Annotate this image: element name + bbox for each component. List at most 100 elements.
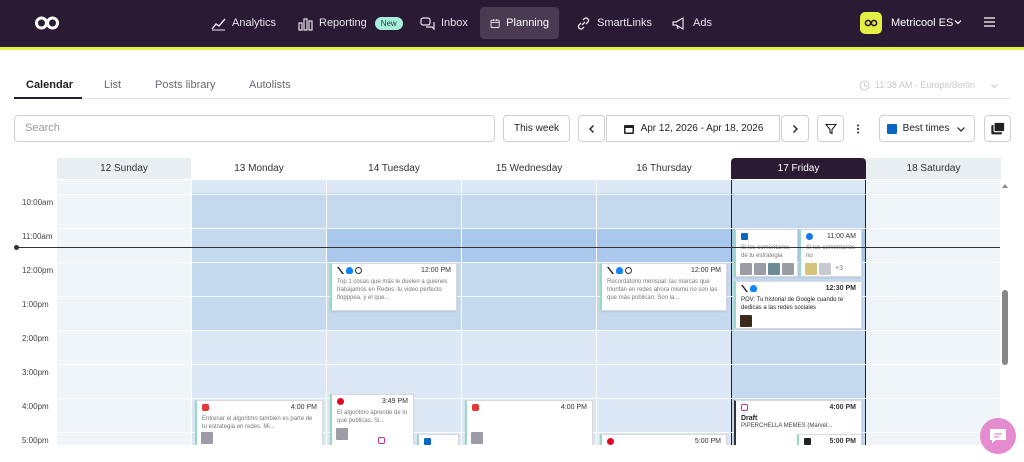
link-icon — [577, 16, 590, 30]
column-divider — [326, 180, 327, 445]
filter-button[interactable] — [817, 115, 844, 142]
this-week-button[interactable]: This week — [503, 115, 570, 142]
brand-avatar[interactable] — [860, 12, 882, 34]
media-thumbnail — [805, 263, 817, 275]
media-thumbnail — [782, 263, 794, 275]
nav-ads-label: Ads — [693, 17, 712, 29]
post-text: Top 1 cosas que más le duelen a quienes … — [337, 279, 448, 301]
more-media-count: +3 — [835, 265, 843, 272]
day-column-sunday[interactable] — [57, 180, 192, 445]
nav-ads[interactable]: Ads — [662, 7, 722, 39]
nav-inbox[interactable]: Inbox — [410, 7, 478, 39]
nav-planning[interactable]: Planning — [480, 7, 559, 39]
media-thumbnail — [740, 263, 752, 275]
bar-chart-icon — [298, 17, 313, 31]
best-times-dropdown[interactable]: Best times — [879, 115, 975, 142]
brand-name[interactable]: Metricool ES — [891, 17, 953, 29]
post-card[interactable] — [417, 434, 459, 445]
post-card[interactable]: 4:00 PM — [465, 400, 593, 445]
chat-icon — [990, 429, 1006, 443]
hour-line — [57, 194, 1000, 195]
media-thumbnail — [471, 432, 483, 444]
more-vertical-icon — [856, 124, 859, 133]
nav-analytics[interactable]: Analytics — [201, 7, 286, 39]
more-options-button[interactable] — [845, 115, 870, 142]
post-card[interactable]: 5:00 PM — [600, 434, 727, 445]
bluesky-icon — [346, 267, 353, 274]
column-divider — [191, 180, 192, 445]
hour-line — [57, 330, 1000, 331]
pinterest-icon — [337, 398, 344, 405]
time-label: 12:00pm — [22, 266, 54, 275]
post-card[interactable]: 3:49 PM El algoritmo aprende de lo que p… — [330, 394, 414, 445]
current-time-marker — [14, 245, 19, 250]
instagram-icon — [378, 437, 385, 444]
day-header-sunday: 12 Sunday — [57, 158, 191, 179]
nav-reporting[interactable]: Reporting New — [288, 7, 413, 39]
time-label: 1:00pm — [22, 300, 49, 309]
top-navigation-bar: Analytics Reporting New Inbox Planning S… — [0, 0, 1024, 47]
day-header-saturday: 18 Saturday — [866, 158, 1001, 179]
media-thumbnail — [819, 263, 831, 275]
calendar-icon — [623, 124, 634, 134]
hour-line — [57, 398, 1000, 399]
date-range-label: Apr 12, 2026 - Apr 18, 2026 — [640, 123, 764, 134]
post-time: 5:00 PM — [694, 438, 721, 445]
tab-posts-library[interactable]: Posts library — [155, 79, 216, 91]
post-card[interactable]: 4:00 PM Entrenar el algoritmo también es… — [195, 400, 323, 445]
next-week-button[interactable] — [781, 115, 809, 142]
media-gallery-button[interactable] — [984, 115, 1011, 142]
x-icon — [337, 267, 344, 274]
nav-inbox-label: Inbox — [441, 17, 468, 29]
time-label: 2:00pm — [22, 334, 49, 343]
bluesky-icon — [750, 285, 757, 292]
accent-line — [0, 47, 1024, 50]
tab-list[interactable]: List — [104, 79, 121, 91]
media-thumbnail — [336, 428, 348, 440]
scroll-up-arrow-icon[interactable] — [1002, 182, 1008, 190]
post-text: Recordatorio mensual: las marcas que tri… — [607, 279, 718, 301]
vertical-scrollbar-thumb[interactable] — [1002, 290, 1008, 365]
post-card[interactable]: 11:00 AM Si los comentarios no +3 — [799, 229, 862, 277]
previous-week-button[interactable] — [578, 115, 605, 142]
tab-calendar[interactable]: Calendar — [26, 79, 73, 91]
tab-autolists[interactable]: Autolists — [249, 79, 291, 91]
menu-icon[interactable] — [983, 16, 996, 28]
chevron-down-icon[interactable] — [953, 17, 963, 27]
best-times-label: Best times — [902, 123, 950, 134]
post-card[interactable]: 12:30 PM POV: Tu historial de Google cua… — [734, 281, 862, 329]
media-thumbnail — [754, 263, 766, 275]
post-card[interactable]: 12:00 PM Top 1 cosas que más le duelen a… — [330, 263, 457, 311]
day-header-tuesday: 14 Tuesday — [368, 163, 420, 174]
post-time: 11:00 AM — [826, 233, 856, 240]
current-time-line — [16, 247, 1000, 248]
search-input[interactable]: Search — [14, 115, 495, 142]
media-thumbnail — [768, 263, 780, 275]
column-divider — [461, 180, 462, 445]
day-column-thursday[interactable] — [597, 180, 731, 445]
media-thumbnail — [201, 432, 213, 444]
pinterest-icon — [607, 438, 614, 445]
nav-smartlinks[interactable]: SmartLinks — [566, 7, 662, 39]
chevron-down-icon[interactable] — [990, 82, 999, 90]
threads-icon — [625, 267, 632, 274]
support-chat-button[interactable] — [980, 418, 1016, 454]
metricool-logo-icon[interactable] — [34, 14, 60, 32]
post-card[interactable]: 12:00 PM Recordatorio mensual: las marca… — [600, 263, 727, 311]
instagram-icon — [741, 404, 748, 411]
week-calendar-grid[interactable]: 10:00am 11:00am 12:00pm 1:00pm 2:00pm 3:… — [0, 180, 1004, 445]
filter-icon — [824, 123, 837, 134]
post-time: 4:00 PM — [560, 404, 587, 411]
date-range-picker[interactable]: Apr 12, 2026 - Apr 18, 2026 — [606, 115, 780, 142]
day-header-thursday: 16 Thursday — [636, 163, 692, 174]
time-label: 3:00pm — [22, 368, 49, 377]
chevron-left-icon — [588, 124, 594, 133]
timezone-label[interactable]: 11:38 AM - Europe/Berlin — [875, 80, 975, 90]
time-label: 5:00pm — [22, 436, 49, 445]
chevron-right-icon — [793, 124, 798, 133]
post-card[interactable]: 5:00 PM — [797, 434, 862, 445]
linkedin-icon — [741, 233, 748, 240]
post-card[interactable]: Si los comentarios de tu estrategia — [734, 229, 798, 277]
nav-smartlinks-label: SmartLinks — [597, 17, 653, 29]
day-column-saturday[interactable] — [866, 180, 1000, 445]
